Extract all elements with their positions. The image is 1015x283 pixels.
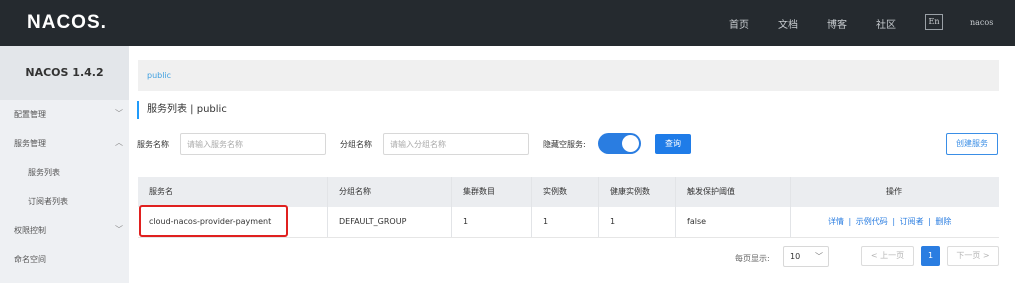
per-page-value: 10 [790,252,801,261]
nav-docs[interactable]: 文档 [778,16,798,31]
nav-blog[interactable]: 博客 [827,16,847,31]
sidebar-item-subscriber-list[interactable]: 订阅者列表 [0,187,129,215]
sidebar-item-config-management[interactable]: 配置管理 ﹀ [0,100,129,128]
detail-link[interactable]: 详情 [828,217,844,226]
nacos-logo[interactable]: NACOS. [27,12,107,34]
per-page-label: 每页显示: [735,254,770,263]
col-operations: 操作 [886,187,902,196]
breadcrumb-namespace-link[interactable]: public [147,71,171,80]
cell-instance-count: 1 [543,217,549,226]
hide-empty-label: 隐藏空服务: [543,140,586,149]
ops-separator: | [892,217,896,226]
ops-separator: | [928,217,931,226]
col-instance-count: 实例数 [543,187,567,196]
page-title: 服务列表 | public [137,101,227,119]
sidebar-item-label: 订阅者列表 [28,197,68,206]
ops-separator: | [848,217,852,226]
sidebar-item-service-list[interactable]: 服务列表 [0,158,129,186]
sidebar-item-access-control[interactable]: 权限控制 ﹀ [0,216,129,244]
sidebar-item-label: 服务管理 [14,139,46,148]
delete-link[interactable]: 删除 [935,217,951,226]
group-name-label: 分组名称 [340,140,372,149]
per-page-select[interactable]: 10 ﹀ [783,246,829,267]
col-cluster-count: 集群数目 [463,187,495,196]
sidebar-item-label: 命名空间 [14,255,46,264]
breadcrumb: public [138,60,999,91]
chevron-down-icon: ﹀ [815,252,823,261]
chevron-up-icon: ︿ [115,138,123,147]
current-page-button[interactable]: 1 [921,246,940,266]
col-healthy-count: 健康实例数 [610,187,650,196]
sidebar-item-namespace[interactable]: 命名空间 [0,245,129,273]
chevron-down-icon: ﹀ [115,225,123,234]
service-name-label: 服务名称 [137,140,169,149]
chevron-down-icon: ﹀ [115,109,123,118]
cell-healthy-count: 1 [610,217,616,226]
toggle-knob [622,135,639,152]
hide-empty-toggle[interactable] [598,133,641,154]
cell-cluster-count: 1 [463,217,469,226]
subscriber-link[interactable]: 订阅者 [900,217,924,226]
cell-protect-threshold: false [687,217,707,226]
nav-community[interactable]: 社区 [876,16,896,31]
table-header: 服务名 分组名称 集群数目 实例数 健康实例数 触发保护阈值 操作 [138,177,999,207]
service-name-input[interactable] [180,133,326,155]
cell-group-name: DEFAULT_GROUP [339,217,407,226]
group-name-input[interactable] [383,133,529,155]
sidebar-version: NACOS 1.4.2 [0,46,129,100]
create-service-button[interactable]: 创建服务 [946,133,998,155]
query-button[interactable]: 查询 [655,134,691,154]
prev-page-button[interactable]: < 上一页 [861,246,914,266]
col-protect-threshold: 触发保护阈值 [687,187,735,196]
highlight-box [139,205,288,237]
sample-code-link[interactable]: 示例代码 [856,217,888,226]
sidebar-item-label: 服务列表 [28,168,60,177]
nav-home[interactable]: 首页 [729,16,749,31]
language-switch-button[interactable]: En [925,14,943,30]
user-menu[interactable]: nacos [970,18,993,27]
next-page-button[interactable]: 下一页 > [947,246,999,266]
col-service-name: 服务名 [149,187,173,196]
col-group-name: 分组名称 [339,187,371,196]
cell-operations: 详情 | 示例代码 | 订阅者 | 删除 [828,207,953,237]
sidebar-item-service-management[interactable]: 服务管理 ︿ [0,129,129,157]
sidebar-item-label: 配置管理 [14,110,46,119]
top-navbar [0,0,1015,46]
sidebar-item-label: 权限控制 [14,226,46,235]
